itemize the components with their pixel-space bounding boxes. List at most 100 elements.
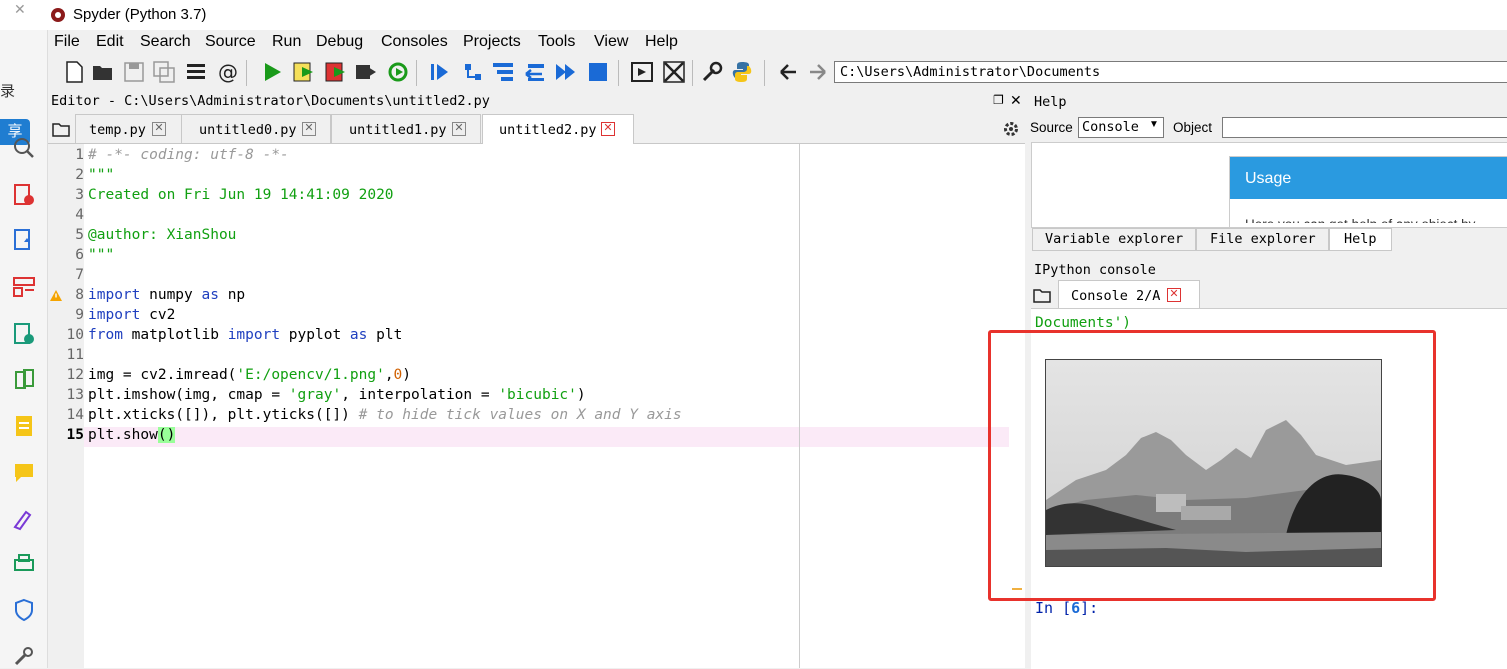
line-number: 3 (75, 187, 84, 203)
line-number: 4 (75, 207, 84, 223)
debug-icon[interactable] (428, 60, 452, 84)
line-number: 13 (66, 387, 84, 403)
browse-tabs-icon[interactable] (1033, 287, 1051, 303)
run-cell-icon[interactable] (292, 60, 316, 84)
line-number: 12 (66, 367, 84, 383)
undock-icon[interactable]: ❐ (993, 93, 1004, 107)
editor-tab-bar: temp.py ✕ untitled0.py ✕ untitled1.py ✕ … (48, 114, 1025, 145)
line-number: 5 (75, 227, 84, 243)
open-file-icon[interactable] (91, 60, 115, 84)
close-pane-icon[interactable]: ✕ (1010, 92, 1022, 109)
object-input[interactable] (1222, 117, 1507, 138)
spyder-app-icon (51, 8, 65, 22)
convert-icon[interactable] (12, 228, 36, 252)
run-icon[interactable] (260, 60, 284, 84)
step-into-icon[interactable] (491, 60, 515, 84)
list-icon[interactable] (184, 60, 208, 84)
code-line-10: from matplotlib import pyplot as plt (88, 327, 403, 343)
menu-help[interactable]: Help (645, 33, 678, 51)
title-bar: ✕ Spyder (Python 3.7) (0, 0, 1507, 30)
tab-console-2a[interactable]: Console 2/A ✕ (1058, 280, 1200, 308)
close-tab-icon[interactable]: ✕ (601, 122, 615, 136)
save-all-icon[interactable] (152, 60, 176, 84)
line-number: 9 (75, 307, 84, 323)
maximize-pane-icon[interactable] (630, 60, 654, 84)
at-icon[interactable]: @ (216, 60, 240, 84)
tab-file-explorer[interactable]: File explorer (1196, 228, 1329, 251)
stop-icon[interactable] (586, 60, 610, 84)
shield-icon[interactable] (12, 598, 36, 622)
menu-run[interactable]: Run (272, 33, 301, 51)
export-icon[interactable] (12, 322, 36, 346)
menu-search[interactable]: Search (140, 33, 191, 51)
print-icon[interactable] (12, 552, 36, 576)
tab-variable-explorer[interactable]: Variable explorer (1032, 228, 1196, 251)
line-number: 2 (75, 167, 84, 183)
python-path-icon[interactable] (730, 60, 754, 84)
close-tab-icon[interactable]: ✕ (302, 122, 316, 136)
editor-title: Editor - C:\Users\Administrator\Document… (51, 93, 490, 109)
run-selection-icon[interactable] (354, 60, 378, 84)
forward-arrow-icon[interactable] (806, 60, 830, 84)
code-line-9: import cv2 (88, 307, 176, 323)
preferences-wrench-icon[interactable] (700, 60, 724, 84)
compare-icon[interactable] (12, 368, 36, 392)
tab-untitled0-py[interactable]: untitled0.py ✕ (181, 114, 331, 143)
code-line-5: @author: XianShou (88, 227, 237, 243)
menu-projects[interactable]: Projects (463, 33, 521, 51)
tab-untitled2-py[interactable]: untitled2.py ✕ (482, 114, 634, 145)
usage-header: Usage (1230, 157, 1507, 199)
tools-icon[interactable] (12, 644, 36, 668)
object-label: Object (1173, 120, 1213, 135)
layout-icon[interactable] (12, 275, 36, 299)
pdf-add-icon[interactable] (12, 183, 36, 207)
tab-temp-py[interactable]: temp.py ✕ (75, 114, 182, 143)
code-line-8: import numpy as np (88, 287, 246, 303)
sign-icon[interactable] (12, 507, 36, 531)
line-number: 8 (75, 287, 84, 303)
annotation-red-rectangle (988, 330, 1436, 601)
working-directory-input[interactable]: C:\Users\Administrator\Documents (834, 61, 1507, 83)
browse-tabs-icon[interactable] (52, 121, 70, 137)
line-number: 1 (75, 147, 84, 163)
comment-icon[interactable] (12, 461, 36, 485)
code-line-3: Created on Fri Jun 19 14:41:09 2020 (88, 187, 394, 203)
zoom-icon[interactable] (12, 136, 36, 160)
menu-file[interactable]: File (54, 33, 80, 51)
code-line-6: """ (88, 247, 115, 263)
gear-icon[interactable] (1002, 120, 1020, 138)
code-line-2: """ (88, 167, 115, 183)
ipython-console-title: IPython console (1034, 262, 1156, 278)
line-number: 11 (66, 347, 84, 363)
source-select[interactable]: Console ▼ (1078, 117, 1164, 138)
code-editor[interactable]: 1 2 3 4 5 6 7 8 9 10 11 12 13 14 15 # -*- coding: utf-… (48, 144, 1025, 668)
step-return-icon[interactable] (522, 60, 546, 84)
run-cell-advance-icon[interactable] (324, 60, 348, 84)
close-icon[interactable]: ✕ (14, 1, 26, 18)
close-tab-icon[interactable]: ✕ (452, 122, 466, 136)
rerun-icon[interactable] (386, 60, 410, 84)
menu-tools[interactable]: Tools (538, 33, 575, 51)
close-tab-icon[interactable]: ✕ (152, 122, 166, 136)
current-line-highlight (84, 427, 1009, 447)
window-title: Spyder (Python 3.7) (73, 6, 207, 23)
close-tab-icon[interactable]: ✕ (1167, 288, 1181, 302)
continue-icon[interactable] (554, 60, 578, 84)
menu-source[interactable]: Source (205, 33, 256, 51)
back-arrow-icon[interactable] (776, 60, 800, 84)
step-icon[interactable] (461, 60, 485, 84)
new-file-icon[interactable] (62, 60, 86, 84)
tab-help[interactable]: Help (1329, 228, 1392, 251)
menu-edit[interactable]: Edit (96, 33, 124, 51)
menu-view[interactable]: View (594, 33, 628, 51)
line-number: 15 (66, 427, 84, 443)
menu-consoles[interactable]: Consoles (381, 33, 448, 51)
fullscreen-icon[interactable] (662, 60, 686, 84)
tab-untitled1-py[interactable]: untitled1.py ✕ (331, 114, 481, 143)
usage-panel: Usage Here you can get help of any objec… (1229, 156, 1507, 228)
save-icon[interactable] (122, 60, 146, 84)
code-line-15: plt.show() (88, 427, 176, 443)
note-icon[interactable] (12, 414, 36, 438)
menu-debug[interactable]: Debug (316, 33, 363, 51)
chevron-down-icon: ▼ (1149, 119, 1159, 130)
